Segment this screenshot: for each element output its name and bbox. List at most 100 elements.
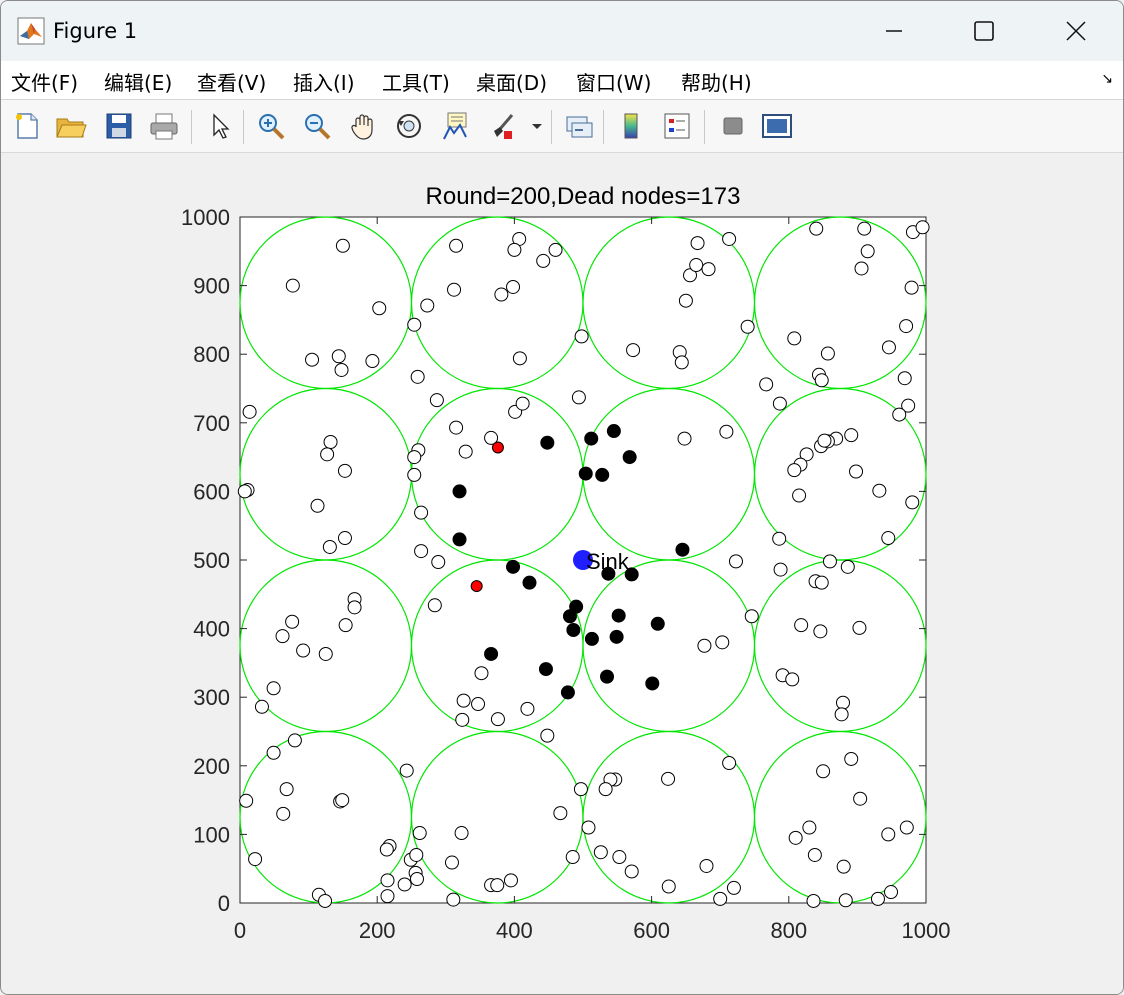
hide-plot-tools-button[interactable] [715,108,751,144]
matlab-logo-icon [17,17,45,45]
alive-node-point [522,575,537,590]
menu-edit[interactable]: 编辑(E) [104,67,172,96]
dead-node-point [449,420,464,435]
zoom-in-icon [259,114,285,140]
alive-node-point [606,424,621,439]
alive-node-point [566,622,581,637]
dead-node-point [410,369,425,384]
dead-node-point [454,826,469,841]
dead-node-point [817,433,832,448]
save-button[interactable] [101,108,137,144]
dead-node-point [697,638,712,653]
dead-node-point [380,889,395,904]
menu-file[interactable]: 文件(F) [11,67,78,96]
scatter-plot[interactable]: Round=200,Dead nodes=173 0 200 400 600 800 10… [1,153,1123,994]
menu-overflow-icon[interactable]: ↘ [1101,71,1113,87]
dead-node-point [722,231,737,246]
dead-node-point [624,864,639,879]
alive-node-point [484,646,499,661]
x-tick-label: 400 [496,918,533,943]
dead-node-point [715,635,730,650]
dead-node-point [254,699,269,714]
dead-node-point [276,806,291,821]
x-tick-label: 0 [234,918,246,943]
menu-view[interactable]: 查看(V) [197,67,266,96]
data-cursor-button[interactable] [437,108,473,144]
show-plot-tools-button[interactable] [759,108,795,144]
zoom-in-button[interactable] [253,108,289,144]
dead-node-point [515,396,530,411]
dead-node-point [899,319,914,334]
dead-node-point [520,701,535,716]
menu-desktop[interactable]: 桌面(D) [476,67,547,96]
colorbar-button[interactable] [613,108,649,144]
dead-node-point [740,319,755,334]
close-button[interactable] [1031,1,1121,61]
dead-node-point [335,793,350,808]
title-bar[interactable]: Figure 1 [1,1,1123,61]
dead-node-point [409,847,424,862]
minimize-icon [886,30,902,32]
dead-node-point [565,850,580,865]
dead-node-point [296,643,311,658]
menu-help[interactable]: 帮助(H) [681,67,752,96]
brush-dropdown-button[interactable] [527,108,547,144]
rotate-3d-button[interactable] [391,108,427,144]
dead-node-point [802,820,817,835]
y-tick-label: 300 [193,685,230,710]
pan-button[interactable] [345,108,381,144]
pan-hand-icon [351,114,373,140]
select-button[interactable] [201,108,237,144]
dead-node-point [285,278,300,293]
menu-tools[interactable]: 工具(T) [382,67,450,96]
colorbar-icon [624,113,638,139]
dead-node-point [334,362,349,377]
dead-node-point [338,618,353,633]
dead-node-point [852,620,867,635]
dead-node-point [429,393,444,408]
dead-node-point [548,242,563,257]
dead-node-point [794,618,809,633]
dead-node-point [838,893,853,908]
alive-node-point [622,450,637,465]
y-tick-label: 200 [193,754,230,779]
dead-node-point [689,258,704,273]
maximize-button[interactable] [939,1,1029,61]
toolbar-separator [704,110,705,144]
dead-node-point [266,681,281,696]
dead-node-point [414,505,429,520]
legend-button[interactable] [659,108,695,144]
dead-node-point [449,238,464,253]
chart-title: Round=200,Dead nodes=173 [426,183,741,210]
menu-window[interactable]: 窗口(W) [576,67,651,96]
dead-node-point [322,539,337,554]
minimize-button[interactable] [849,1,939,61]
print-button[interactable] [146,108,182,144]
link-plot-icon [566,116,593,138]
dead-node-point [661,879,676,894]
dead-node-point [320,447,335,462]
dead-node-point [512,351,527,366]
dead-node-point [536,253,551,268]
dead-node-point [772,396,787,411]
brush-dropdown-icon [532,124,542,129]
alive-node-point [609,629,624,644]
link-plot-button[interactable] [561,108,597,144]
open-file-button[interactable] [53,108,89,144]
new-figure-button[interactable] [9,108,45,144]
dead-node-point [266,745,281,760]
dead-node-point [677,431,692,446]
alive-node-point [506,559,521,574]
y-tick-label: 0 [218,891,230,916]
menu-insert[interactable]: 插入(I) [293,67,355,96]
brush-button[interactable] [485,108,521,144]
dead-node-point [420,298,435,313]
dead-node-point [399,763,414,778]
dead-node-point [331,349,346,364]
zoom-out-button[interactable] [299,108,335,144]
dead-node-point [285,614,300,629]
figure-canvas[interactable]: Round=200,Dead nodes=173 0 200 400 600 800 10… [1,153,1123,994]
dead-node-point [455,712,470,727]
dead-node-point [444,855,459,870]
y-tick-label: 800 [193,342,230,367]
